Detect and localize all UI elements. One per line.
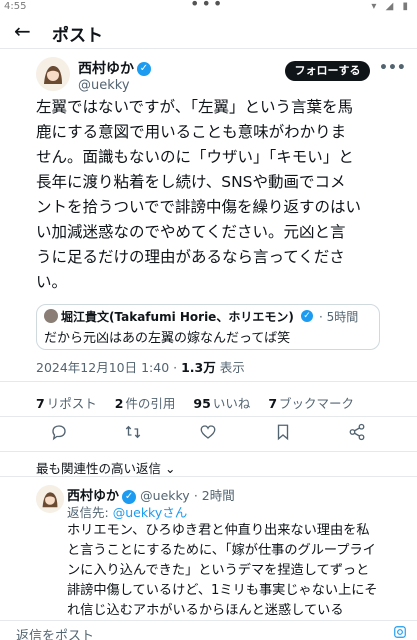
- bookmarks-stat[interactable]: 7 ブックマーク: [268, 396, 354, 411]
- reply-composer[interactable]: 返信をポスト: [0, 620, 417, 640]
- likes-stat[interactable]: 95 いいね: [193, 396, 250, 411]
- action-bar: [0, 423, 417, 445]
- tweet-meta: 2024年12月10日 1:40 · 1.3万 表示: [36, 357, 245, 376]
- quoted-text: だから元凶はあの左翼の嫁なんだってば笑: [44, 331, 291, 346]
- actions-divider: [0, 451, 417, 452]
- system-icons: ▾ ◢ ▮: [371, 1, 411, 12]
- header-divider: [0, 48, 417, 49]
- tweet-text: 左翼ではないですが、「左翼」という言葉を馬 鹿にする意図で用いることも意味がわか…: [36, 98, 362, 291]
- author-handle[interactable]: @uekky: [78, 78, 151, 93]
- quoted-author-name: 堀江貴文(Takafumi Horie、ホリエモン): [61, 310, 294, 324]
- quoted-tweet[interactable]: 堀江貴文(Takafumi Horie、ホリエモン) ✓ · 5時間 だから元凶…: [36, 304, 380, 350]
- author-name[interactable]: 西村ゆか: [78, 61, 134, 77]
- author-block: 西村ゆか ✓ @uekky: [78, 58, 151, 93]
- views-count: 1.3万: [181, 360, 216, 375]
- bookmark-icon[interactable]: [272, 423, 294, 445]
- quoted-author-avatar: [44, 309, 58, 323]
- author-avatar[interactable]: [36, 57, 70, 91]
- reply-to-prefix: 返信先:: [67, 505, 109, 520]
- top-header: ← ポスト: [0, 18, 417, 48]
- engagement-stats: 7 リポスト 2 件の引用 95 いいね 7 ブックマーク: [36, 393, 354, 412]
- quoted-time: · 5時間: [319, 310, 359, 324]
- reply-icon[interactable]: [48, 423, 70, 445]
- status-bar: 4:55 ••• ▾ ◢ ▮: [0, 0, 417, 16]
- more-options-icon[interactable]: •••: [379, 60, 406, 76]
- reply-author-avatar[interactable]: [36, 485, 64, 513]
- back-arrow-icon[interactable]: ←: [14, 18, 31, 44]
- like-icon[interactable]: [197, 423, 219, 445]
- reply-time: · 2時間: [193, 488, 235, 503]
- share-icon[interactable]: [346, 423, 368, 445]
- meta-divider: [0, 381, 417, 382]
- status-dots: •••: [190, 0, 225, 13]
- reply-text: ホリエモン、ひろゆき君と仲直り出来ない理由を私 と言うことにするために、「嫁が仕…: [67, 523, 378, 618]
- stats-divider: [0, 416, 417, 417]
- reply-author-handle[interactable]: @uekky: [140, 488, 190, 503]
- camera-icon[interactable]: [393, 624, 407, 640]
- follow-button[interactable]: フォローする: [285, 61, 370, 81]
- quotes-stat[interactable]: 2 件の引用: [115, 396, 176, 411]
- reply-to-link[interactable]: @uekkyさん: [113, 505, 188, 520]
- reply-sort-dropdown[interactable]: 最も関連性の高い返信 ⌄: [36, 458, 175, 477]
- tweet-datetime[interactable]: 2024年12月10日 1:40 ·: [36, 360, 177, 375]
- repost-icon[interactable]: [122, 423, 144, 445]
- verified-badge-icon: ✓: [137, 61, 151, 76]
- sort-divider: [0, 476, 417, 477]
- views-label: 表示: [219, 360, 245, 375]
- reply-input[interactable]: 返信をポスト: [16, 625, 94, 640]
- page-title: ポスト: [52, 26, 103, 46]
- reply-to-line: 返信先: @uekkyさん: [67, 502, 187, 521]
- quoted-verified-badge-icon: ✓: [301, 310, 313, 322]
- reposts-stat[interactable]: 7 リポスト: [36, 396, 97, 411]
- status-time: 4:55: [4, 1, 27, 12]
